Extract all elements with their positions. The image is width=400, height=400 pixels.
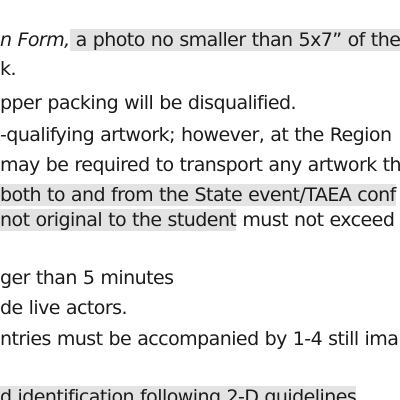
- line-text: -qualifying artwork; however, at the Reg…: [0, 124, 392, 146]
- line-text: may be required to transport any artwork…: [0, 154, 400, 176]
- document-page: n Form, a photo no smaller than 5x7” of …: [0, 0, 400, 400]
- text-line-transport: may be required to transport any artwork…: [0, 153, 400, 179]
- highlighted-text: d identification following 2-D guideline…: [0, 386, 357, 400]
- text-line-qualifying-artwork: -qualifying artwork; however, at the Reg…: [0, 123, 392, 149]
- text-line-live-actors: de live actors.: [0, 296, 128, 322]
- form-name-italic: n Form,: [0, 29, 70, 51]
- line-text: k.: [0, 58, 17, 80]
- line-text: pper packing will be disqualified.: [0, 92, 297, 114]
- text-line-continuation: k.: [0, 57, 17, 83]
- text-line-original: not original to the student must not exc…: [0, 208, 395, 234]
- text-line-identification: d identification following 2-D guideline…: [0, 385, 357, 400]
- line-text: ger than 5 minutes: [0, 267, 174, 289]
- highlighted-text: not original to the student: [0, 209, 237, 231]
- text-line-state-event: both to and from the State event/TAEA co…: [0, 183, 396, 209]
- line-text: must not exceed: [236, 209, 395, 231]
- highlighted-text: both to and from the State event/TAEA co…: [0, 184, 396, 206]
- line-text: ntries must be accompanied by 1-4 still …: [0, 328, 399, 350]
- text-line-still-images: ntries must be accompanied by 1-4 still …: [0, 327, 399, 353]
- text-line-duration: ger than 5 minutes: [0, 266, 174, 292]
- line-text: de live actors.: [0, 297, 128, 319]
- highlighted-text: a photo no smaller than 5x7” of the: [69, 29, 400, 51]
- text-line-packing: pper packing will be disqualified.: [0, 91, 297, 117]
- text-line-photo-requirement: n Form, a photo no smaller than 5x7” of …: [0, 28, 400, 54]
